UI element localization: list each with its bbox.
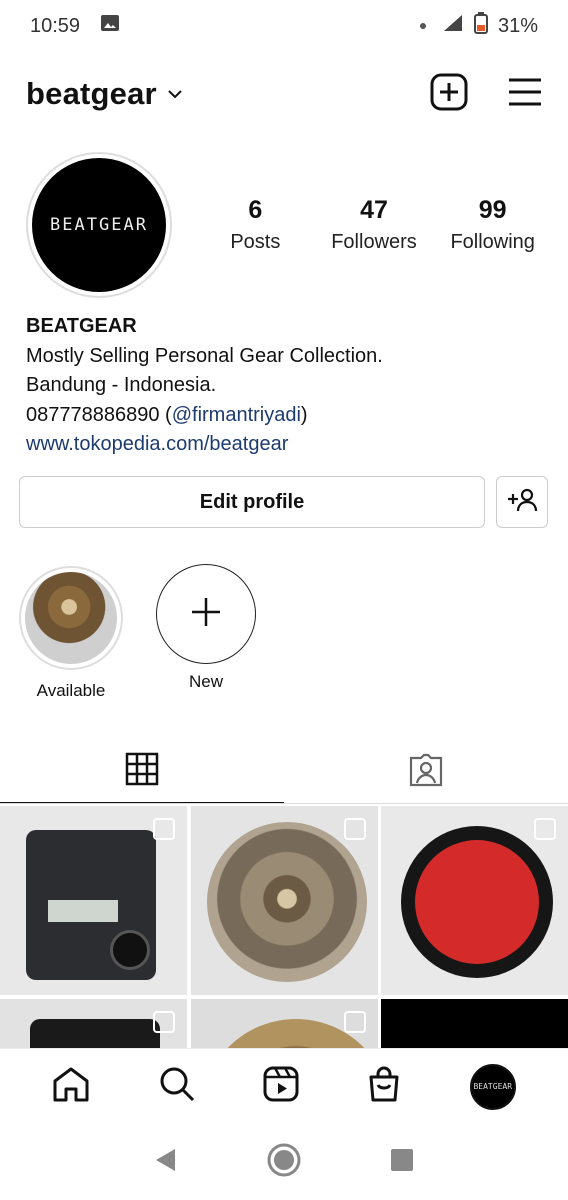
cymbal-image (206, 822, 367, 982)
posts-stat[interactable]: 6 Posts (196, 196, 315, 254)
following-count: 99 (478, 196, 507, 224)
bio-line: Bandung - Indonesia. (26, 374, 217, 396)
bio-line: Mostly Selling Personal Gear Collection. (26, 344, 383, 367)
profile-avatar[interactable]: BEATGEAR (26, 152, 172, 298)
plus-icon (189, 595, 223, 634)
signal-icon (442, 13, 464, 39)
post-thumbnail[interactable] (190, 999, 378, 1048)
bio-phone: 087778886890 ( (26, 403, 172, 426)
discover-people-button[interactable] (496, 476, 548, 528)
status-bar: 10:59 31% (0, 0, 568, 52)
system-navigation (0, 1124, 568, 1200)
posts-label: Posts (230, 231, 281, 253)
add-person-icon (506, 487, 538, 518)
home-circle-icon[interactable] (266, 1142, 302, 1183)
tab-tagged[interactable] (284, 740, 568, 804)
following-label: Following (450, 231, 535, 253)
followers-label: Followers (331, 231, 417, 253)
back-icon[interactable] (153, 1147, 179, 1178)
new-post-icon[interactable] (430, 73, 468, 116)
post-thumbnail[interactable] (0, 806, 187, 995)
metronome-image (26, 830, 156, 980)
multi-select-icon (153, 818, 175, 840)
highlight-available[interactable]: Available (19, 566, 123, 701)
chevron-down-icon[interactable] (167, 87, 183, 105)
tagged-person-icon (408, 752, 444, 793)
shop-icon[interactable] (367, 1066, 401, 1107)
posts-count: 6 (248, 196, 263, 224)
cymbal-image (25, 572, 117, 664)
post-thumbnail[interactable] (381, 806, 568, 995)
tab-divider (0, 803, 568, 804)
posts-grid (0, 806, 568, 1048)
home-icon[interactable] (52, 1066, 90, 1107)
grid-icon (125, 752, 159, 791)
battery-percent: 31% (497, 14, 538, 37)
search-icon[interactable] (159, 1066, 195, 1107)
practice-pad-image (401, 826, 553, 978)
bag-image (30, 1019, 160, 1048)
new-highlight-circle (156, 564, 256, 664)
highlight-new[interactable]: New (156, 564, 256, 692)
post-thumbnail[interactable] (381, 999, 568, 1048)
multi-select-icon (534, 818, 556, 840)
bottom-navigation: BEATGEAR (0, 1048, 568, 1124)
dark-image (381, 999, 568, 1048)
battery-icon (473, 12, 488, 40)
profile-header: beatgear (0, 66, 568, 122)
highlight-label: Available (36, 681, 106, 700)
post-thumbnail[interactable] (190, 806, 378, 995)
tab-posts-grid[interactable] (0, 740, 284, 804)
multi-select-icon (153, 1011, 175, 1033)
notification-dot-icon (419, 23, 426, 29)
profile-bio: BEATGEAR Mostly Selling Personal Gear Co… (26, 312, 546, 460)
avatar-logo: BEATGEAR (32, 158, 166, 292)
post-thumbnail[interactable] (0, 999, 187, 1048)
bio-contact: 087778886890 (@firmantriyadi) (26, 401, 546, 431)
mention-link[interactable]: @firmantriyadi (172, 404, 301, 426)
recents-icon[interactable] (389, 1147, 415, 1178)
highlight-label: New (188, 672, 223, 691)
profile-name: BEATGEAR (26, 315, 137, 337)
bio-phone-close: ) (300, 403, 308, 426)
multi-select-icon (343, 1011, 366, 1033)
profile-tab-avatar[interactable]: BEATGEAR (469, 1063, 516, 1110)
edit-profile-button[interactable]: Edit profile (19, 476, 485, 528)
highlight-thumbnail (19, 566, 123, 670)
following-stat[interactable]: 99 Following (433, 196, 552, 254)
multi-select-icon (343, 818, 366, 840)
followers-count: 47 (360, 196, 388, 224)
status-time: 10:59 (30, 14, 81, 37)
profile-tabs (0, 740, 568, 804)
website-link[interactable]: www.tokopedia.com/beatgear (26, 430, 546, 460)
profile-stats: 6 Posts 47 Followers 99 Following (196, 196, 552, 254)
account-username[interactable]: beatgear (26, 76, 157, 112)
menu-icon[interactable] (508, 77, 542, 112)
image-notification-icon (100, 13, 120, 39)
reels-icon[interactable] (263, 1066, 299, 1107)
followers-stat[interactable]: 47 Followers (315, 196, 434, 254)
